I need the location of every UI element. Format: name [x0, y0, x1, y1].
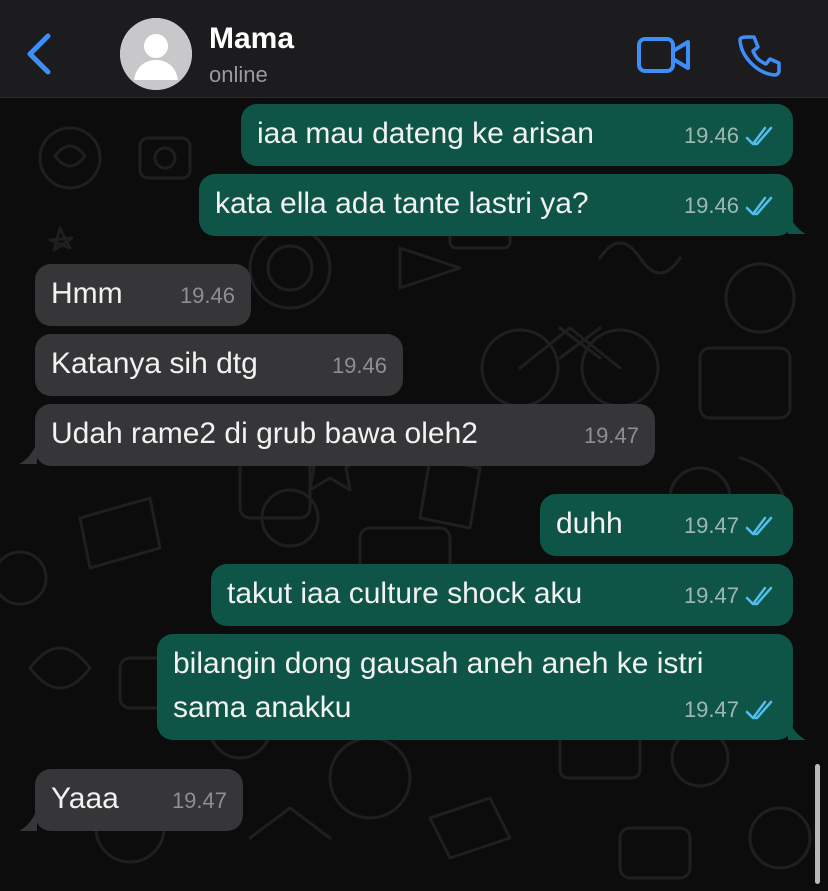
message-bubble-incoming[interactable]: Yaaa 19.47 — [35, 769, 243, 831]
message-bubble-outgoing[interactable]: duhh 19.47 — [540, 494, 793, 556]
bubble-tail — [19, 809, 37, 831]
message-bubble-outgoing[interactable]: takut iaa culture shock aku 19.47 — [211, 564, 793, 626]
message-time: 19.47 — [683, 513, 739, 538]
double-check-icon — [745, 126, 773, 146]
message-bubble-incoming[interactable]: Udah rame2 di grub bawa oleh2 19.47 — [35, 404, 655, 466]
bubble-tail — [788, 718, 806, 740]
message-meta: 19.46 — [180, 274, 235, 318]
message-meta: 19.47 — [584, 414, 639, 458]
message-time: 19.46 — [179, 283, 235, 308]
message-meta: 19.47 — [684, 574, 777, 618]
person-icon — [120, 18, 192, 90]
video-call-button[interactable] — [636, 36, 692, 74]
message-list[interactable]: iaa mau dateng ke arisan 19.46 kata ella… — [0, 98, 828, 891]
message-meta: 19.47 — [172, 779, 227, 823]
double-check-icon — [745, 196, 773, 216]
voice-call-button[interactable] — [738, 33, 782, 77]
contact-status: online — [209, 62, 268, 87]
bubble-tail — [788, 212, 806, 234]
message-bubble-incoming[interactable]: Katanya sih dtg 19.46 — [35, 334, 403, 396]
chevron-left-icon — [27, 33, 51, 75]
message-time: 19.47 — [171, 788, 227, 813]
scrollbar[interactable] — [815, 764, 820, 884]
message-meta: 19.47 — [684, 688, 777, 732]
message-time: 19.46 — [683, 193, 739, 218]
chat-header: Mama online — [0, 0, 828, 98]
phone-icon — [738, 35, 781, 77]
message-bubble-outgoing[interactable]: iaa mau dateng ke arisan 19.46 — [241, 104, 793, 166]
chat-screen: Mama online iaa mau dateng ke arisan 19.… — [0, 0, 828, 891]
back-button[interactable] — [22, 30, 56, 78]
bubble-tail — [19, 442, 37, 464]
message-meta: 19.47 — [684, 504, 777, 548]
message-meta: 19.46 — [684, 114, 777, 158]
message-bubble-outgoing[interactable]: bilangin dong gausah aneh aneh ke istri … — [157, 634, 793, 740]
avatar[interactable] — [120, 18, 192, 90]
message-time: 19.47 — [683, 583, 739, 608]
message-meta: 19.46 — [684, 184, 777, 228]
message-time: 19.47 — [583, 423, 639, 448]
contact-name[interactable]: Mama — [209, 22, 294, 56]
message-meta: 19.46 — [332, 344, 387, 388]
double-check-icon — [745, 516, 773, 536]
message-time: 19.47 — [683, 697, 739, 722]
message-time: 19.46 — [331, 353, 387, 378]
video-camera-icon — [637, 37, 690, 73]
message-text: Udah rame2 di grub bawa oleh2 — [51, 417, 478, 450]
message-time: 19.46 — [683, 123, 739, 148]
double-check-icon — [745, 586, 773, 606]
message-bubble-outgoing[interactable]: kata ella ada tante lastri ya? 19.46 — [199, 174, 793, 236]
message-bubble-incoming[interactable]: Hmm 19.46 — [35, 264, 251, 326]
double-check-icon — [745, 700, 773, 720]
